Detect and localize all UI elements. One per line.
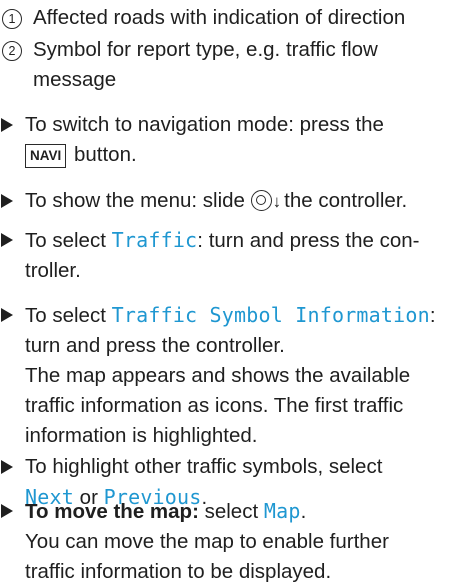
bullet-arrow-icon	[1, 194, 13, 208]
legend-number: 2	[2, 41, 22, 61]
slide-down-arrow-icon: ↓	[272, 192, 282, 211]
step-text: To show the menu: slide ↓ the controller.	[25, 186, 471, 217]
step-text: To move the map: select Map. You can mov…	[25, 499, 389, 583]
step-text: To select Traffic: turn and press the co…	[25, 228, 420, 282]
bullet-arrow-icon	[1, 233, 13, 247]
menu-item-map: Map	[263, 499, 301, 523]
bullet-arrow-icon	[1, 504, 13, 518]
bullet-arrow-icon	[1, 118, 13, 132]
menu-item-traffic-symbol-information: Traffic Symbol Information	[111, 303, 430, 327]
step-text: To switch to navigation mode: press the …	[25, 113, 384, 168]
step-text: To select Traffic Symbol Information: tu…	[25, 303, 436, 447]
navi-key: NAVI	[25, 144, 67, 168]
bullet-arrow-icon	[1, 460, 13, 474]
controller-icon	[250, 190, 272, 211]
legend-text: Affected roads with indication of direct…	[33, 6, 406, 29]
menu-item-traffic: Traffic	[111, 228, 198, 252]
legend-number: 1	[2, 9, 22, 29]
manual-page: 1 Affected roads with indication of dire…	[0, 0, 471, 583]
bullet-arrow-icon	[1, 308, 13, 322]
legend-text: Symbol for report type, e.g. traffic flo…	[33, 38, 378, 91]
